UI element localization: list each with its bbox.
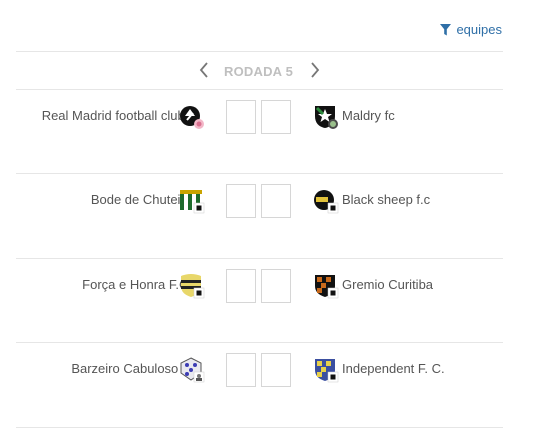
away-team-name: Gremio Curitiba [342, 277, 434, 292]
away-score-input[interactable] [261, 353, 291, 387]
match-row: Real Madrid football clube Maldry fc [16, 96, 503, 136]
home-score-input[interactable] [226, 184, 256, 218]
match-row: Barzeiro Cabuloso fc Independent F. C. [16, 349, 503, 389]
divider [16, 427, 503, 428]
filter-label: equipes [456, 22, 502, 37]
team-shield-icon [313, 188, 339, 214]
away-team-name: Maldry fc [342, 108, 395, 123]
funnel-icon [440, 23, 452, 36]
team-shield-icon [313, 273, 339, 299]
home-team-name: Real Madrid football clube [41, 108, 192, 123]
away-team-name: Black sheep f.c [342, 192, 431, 207]
team-shield-icon [179, 273, 205, 299]
chevron-left-icon [199, 62, 208, 78]
divider [16, 51, 503, 52]
match-row: Força e Honra F.C. Gremio Curitiba [16, 265, 503, 305]
divider [16, 258, 503, 259]
home-score-input[interactable] [226, 353, 256, 387]
home-team-name: Bode de Chuteira [90, 192, 192, 207]
away-score-input[interactable] [261, 100, 291, 134]
divider [16, 89, 503, 90]
match-row: Bode de Chuteira Black sheep f.c [16, 180, 503, 220]
divider [16, 342, 503, 343]
home-score-input[interactable] [226, 269, 256, 303]
home-score-input[interactable] [226, 100, 256, 134]
previous-round-button[interactable] [197, 60, 211, 80]
team-shield-icon [179, 188, 205, 214]
away-score-input[interactable] [261, 184, 291, 218]
round-title: RODADA 5 [224, 64, 294, 79]
team-shield-icon [313, 104, 339, 130]
divider [16, 173, 503, 174]
next-round-button[interactable] [308, 60, 322, 80]
home-team-name: Barzeiro Cabuloso fc [71, 361, 192, 376]
chevron-right-icon [311, 62, 320, 78]
away-team-name: Independent F. C. [342, 361, 445, 376]
team-shield-icon [179, 357, 205, 383]
away-score-input[interactable] [261, 269, 291, 303]
team-shield-icon [313, 357, 339, 383]
team-shield-icon [179, 104, 205, 130]
home-team-name: Força e Honra F.C. [82, 277, 192, 292]
filter-teams-button[interactable]: equipes [440, 22, 502, 37]
